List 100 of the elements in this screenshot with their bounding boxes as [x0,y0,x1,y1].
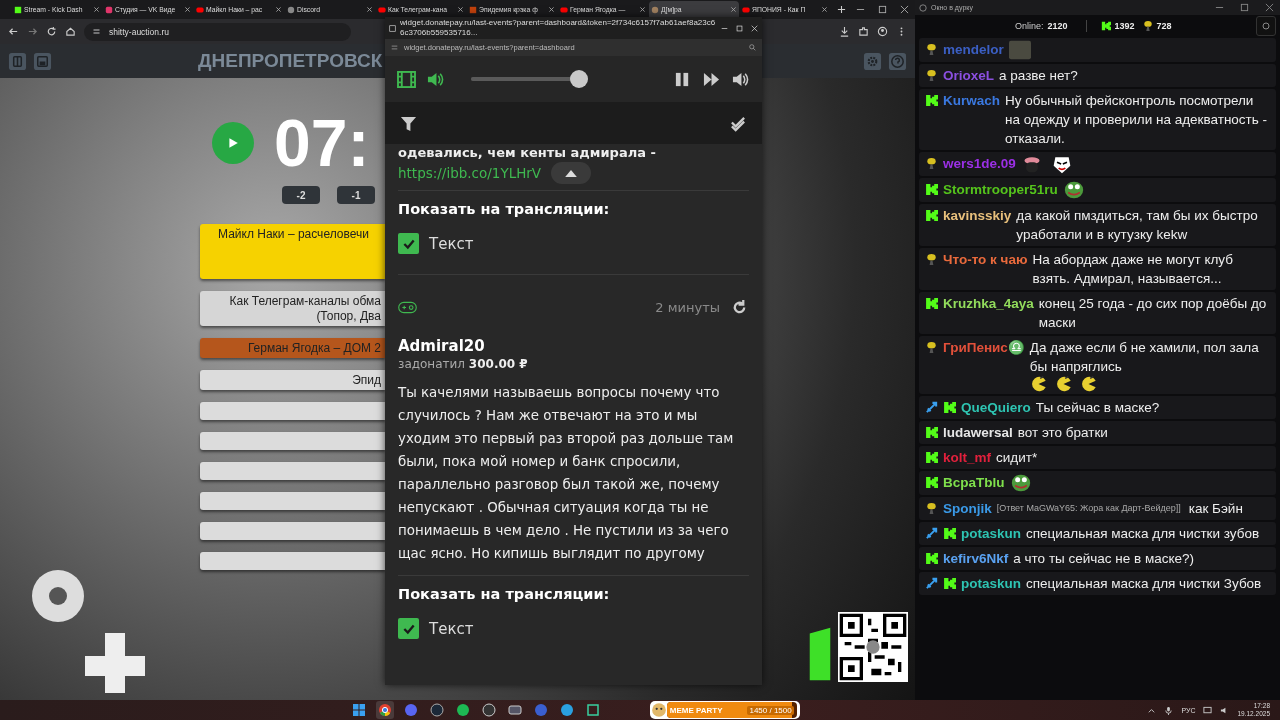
taskbar-app[interactable] [479,701,498,719]
reload-icon[interactable] [46,26,57,37]
lot-bar[interactable]: Майкл Наки – расчеловечи [200,224,385,279]
username[interactable]: Что-то к чаю [943,250,1028,269]
address-field[interactable]: shitty-auction.ru [84,22,351,41]
close-icon[interactable] [1265,3,1274,12]
double-check-icon[interactable] [729,114,748,132]
username[interactable]: Stormtrooper51ru [943,180,1058,199]
username[interactable]: OrioxeL [943,66,994,85]
site-info-icon[interactable] [92,27,101,36]
favicon-icon [14,5,22,14]
mascot-icon [925,69,938,82]
username[interactable]: ГриПенис♎ [943,338,1025,357]
caret-up-icon [565,169,578,177]
forward-icon[interactable] [27,26,38,37]
app-icon [481,703,496,717]
username[interactable]: QueQuiero [961,398,1031,417]
time-adjust-button[interactable]: -2 [282,186,320,204]
kick-icon [925,209,938,222]
time-adjust-button[interactable]: -1 [337,186,375,204]
message-text: а что ты сейчас не в маске?) [1013,550,1195,568]
lot-bar[interactable]: Как Телеграм-каналы обма (Топор, Два [200,291,385,326]
back-icon[interactable] [8,26,19,37]
message-text: да какой пмздиться, там бы их быстро уработали и в кутузку kekw [1016,207,1259,244]
round-face-emote [1079,376,1097,392]
app-icon [403,703,418,717]
home-icon[interactable] [65,26,76,37]
monitor-icon[interactable] [1203,705,1213,715]
username[interactable]: potaskun [961,524,1021,543]
other-viewer-count: 728 [1156,21,1172,31]
close-icon[interactable] [457,6,464,13]
new-tab-icon[interactable] [837,5,846,14]
username[interactable]: kavinsskiy [943,206,1012,225]
username[interactable]: ludawersal [943,423,1013,442]
message-text: как Бэйн [1188,500,1243,518]
zoom-icon[interactable] [749,44,756,51]
app-icon [507,703,522,717]
close-icon[interactable] [821,6,828,13]
message-text: Да даже если б не хамили, пол зала бы напряглись [1029,339,1260,376]
settings-button[interactable] [1256,16,1276,36]
message-text: одевались, чем кенты адмирала - [398,144,657,162]
mascot-icon [1142,20,1153,32]
profile-icon[interactable] [877,26,888,37]
favicon-icon [287,5,295,14]
close-icon[interactable] [93,6,100,13]
checkbox[interactable] [398,233,419,254]
app-icon [351,703,366,717]
scroll-up-button[interactable] [551,162,592,184]
play-icon [227,137,239,149]
image-link[interactable]: https://ibb.co/1YLHrV [398,165,542,181]
mascot-icon [925,253,938,266]
kick-icon [943,527,956,540]
app-icon [533,703,548,717]
username[interactable]: BcpaTblu [943,473,1005,492]
lot-bar[interactable]: Эпид [200,370,385,390]
favicon-icon [742,5,750,14]
page-title: ДНЕПРОПЕТРОВСК [198,50,383,72]
reply-quote: [Ответ MaGWaY65: Жора как Дарт-Вейдер]] [996,502,1181,515]
app-icon [389,24,396,32]
slider-thumb[interactable] [570,70,588,88]
message-text: Ну обычный фейсконтроль посмотрели на одежду и проверили на адекватность - отказали. [1005,92,1269,148]
maximize-icon[interactable] [878,5,887,14]
favicon-icon [196,5,204,14]
username[interactable]: Kurwach [943,91,1000,110]
close-icon[interactable] [548,6,555,13]
close-icon[interactable] [366,6,373,13]
round-face-emote [1029,376,1047,392]
close-icon[interactable] [184,6,191,13]
timer: 07: [274,106,370,180]
download-icon[interactable] [839,26,850,37]
close-icon[interactable] [639,6,646,13]
filter-icon[interactable] [399,114,418,132]
message-text: конец 25 года - до сих пор доёбы до маски [1038,295,1268,332]
checkbox-label: Текст [429,619,474,638]
puzzle-icon[interactable] [858,26,869,37]
message-text: вот это братки [1017,424,1108,442]
kick-icon [925,183,938,196]
kick-icon [943,401,956,414]
frog-emote [1009,473,1032,493]
mascot-icon [925,157,938,170]
username[interactable]: Kruzhka_4aya [943,294,1034,313]
maximize-icon[interactable] [1240,3,1249,12]
skip-forward-icon[interactable] [702,70,721,88]
message-text: На абордаж даже не могут клуб взять. Адмирал, называется... [1032,251,1234,288]
username[interactable]: kolt_mf [943,448,991,467]
microphone-icon[interactable] [1164,705,1174,715]
film-icon[interactable] [397,70,416,88]
donation-amount: задонатил 300.00 ₽ [398,357,529,371]
username[interactable]: Sponjik [943,499,992,518]
taskbar-app[interactable] [375,701,394,719]
progress-text: 1450 / 1500 [747,705,794,715]
username[interactable]: potaskun [961,574,1021,593]
kick-viewer-count: 1392 [1114,21,1135,31]
username[interactable]: kefirv6Nkf [943,549,1009,568]
checkbox[interactable] [398,618,419,639]
message-text: Ты качелями называешь вопросы почему что случилось ? Нам же отвечают на это и мы уходим это первый раз второй раз дольше там были, пока мой номер и банк спросили, параллельно разговор был такой же, почему непускают . Обычная ситуация когда ты не понимаешь в чем дело . Не пустили из за чего щас ясно. Но кипишь выглядит по другому [398,384,735,563]
sidebar-toggle-icon[interactable] [8,51,27,71]
close-icon[interactable] [900,5,909,14]
close-icon[interactable] [730,6,737,13]
close-icon[interactable] [275,6,282,13]
